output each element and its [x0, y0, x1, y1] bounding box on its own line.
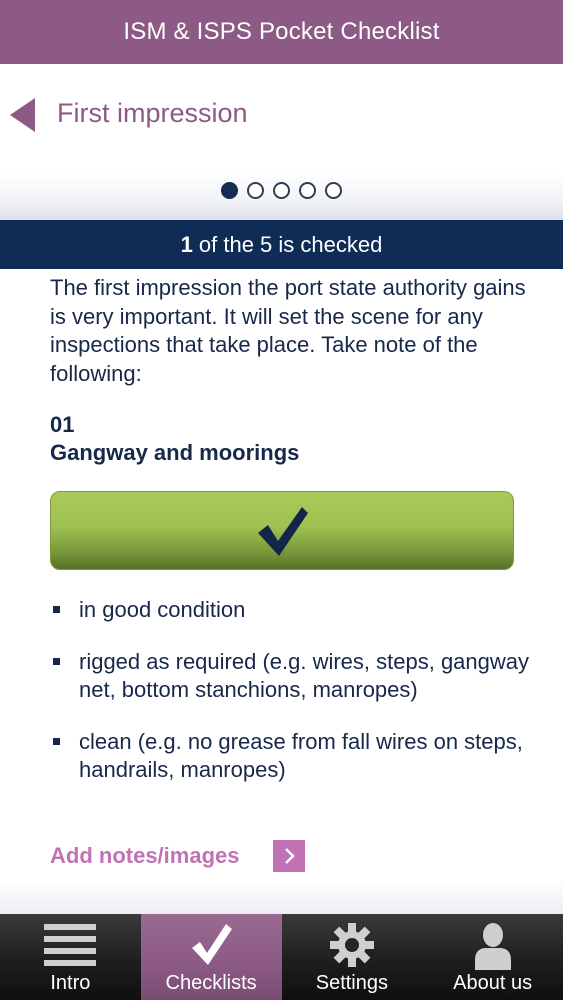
app-title: ISM & ISPS Pocket Checklist	[123, 18, 440, 45]
page-indicator	[0, 182, 563, 202]
item-number: 01	[50, 412, 75, 437]
list-item: in good condition	[50, 596, 530, 625]
page-dot-2[interactable]	[247, 182, 264, 199]
checked-status-bar: 1 of the 5 is checked	[0, 220, 563, 269]
intro-text: The first impression the port state auth…	[50, 275, 526, 386]
checkmark-icon	[188, 922, 234, 973]
add-notes-label: Add notes/images	[50, 843, 240, 868]
checked-status-text: of the 5 is checked	[198, 231, 383, 257]
bottom-tab-bar: Intro Checklists Settings About us	[0, 914, 563, 1000]
back-arrow-icon	[10, 98, 35, 132]
content-bottom-fade	[0, 880, 563, 914]
list-item: rigged as required (e.g. wires, steps, g…	[50, 648, 530, 705]
page-dot-4[interactable]	[299, 182, 316, 199]
person-icon	[473, 922, 513, 975]
page-dot-3[interactable]	[273, 182, 290, 199]
tab-label: Settings	[315, 972, 388, 994]
back-button[interactable]	[8, 96, 38, 134]
app-title-bar: ISM & ISPS Pocket Checklist	[0, 0, 563, 64]
tab-checklists[interactable]: Checklists	[140, 914, 282, 1000]
page-dot-1[interactable]	[221, 182, 238, 199]
tab-intro[interactable]: Intro	[0, 914, 141, 1000]
list-item: clean (e.g. no grease from fall wires on…	[50, 728, 530, 785]
chevron-right-icon	[273, 840, 306, 872]
tab-label: Intro	[50, 972, 91, 994]
list-icon	[44, 922, 97, 973]
checked-count: 1	[180, 231, 193, 257]
tab-about-us[interactable]: About us	[422, 914, 563, 1000]
check-toggle-button[interactable]	[50, 491, 514, 570]
add-notes-link[interactable]: Add notes/images	[50, 840, 306, 872]
page-dot-5[interactable]	[325, 182, 342, 199]
item-requirements-list: in good condition rigged as required (e.…	[50, 596, 530, 808]
tab-label: About us	[453, 972, 533, 994]
section-title: First impression	[57, 98, 248, 128]
tab-settings[interactable]: Settings	[282, 914, 423, 1000]
item-title: Gangway and moorings	[50, 440, 300, 465]
gear-icon	[329, 922, 375, 973]
tab-label: Checklists	[165, 972, 257, 994]
checkmark-icon	[258, 506, 308, 556]
